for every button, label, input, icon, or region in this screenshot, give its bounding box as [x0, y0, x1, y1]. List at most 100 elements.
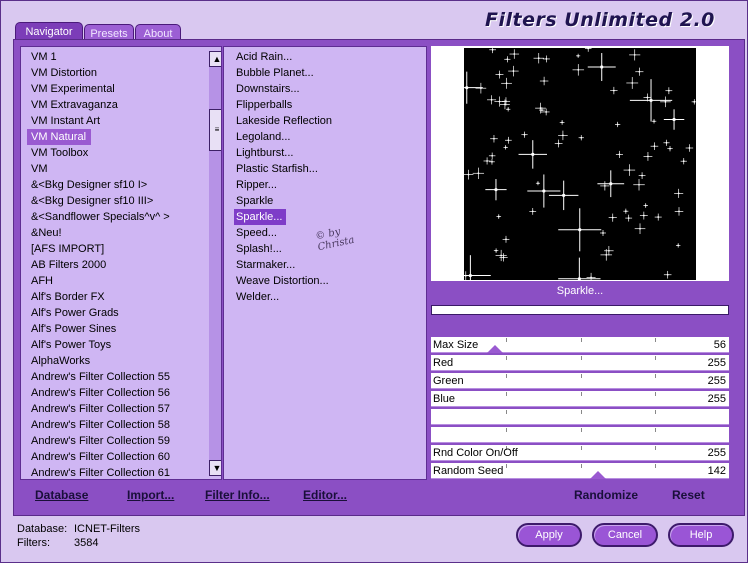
scroll-down-button[interactable]: ▼: [209, 460, 221, 476]
filter-item[interactable]: Downstairs...: [224, 81, 426, 97]
category-item[interactable]: VM 1: [21, 49, 221, 65]
sparkle-star: [521, 131, 528, 138]
slider-tick: [581, 338, 582, 342]
sparkle-stars: [449, 45, 697, 300]
category-item[interactable]: [AFS IMPORT]: [21, 241, 221, 257]
sparkle-star: [615, 150, 623, 158]
category-item[interactable]: AB Filters 2000: [21, 257, 221, 273]
database-status-value: ICNET-Filters: [74, 523, 140, 535]
sparkle-star: [509, 49, 520, 59]
slider-tick: [655, 446, 656, 450]
sparkle-star: [654, 213, 662, 221]
filter-item[interactable]: Acid Rain...: [224, 49, 426, 65]
sparkle-star: [535, 181, 541, 186]
category-item[interactable]: Alf's Power Toys: [21, 337, 221, 353]
cancel-button[interactable]: Cancel: [592, 523, 658, 547]
editor-link[interactable]: Editor...: [303, 488, 347, 502]
sparkle-star: [495, 70, 504, 79]
filter-item[interactable]: Legoland...: [224, 129, 426, 145]
import-link[interactable]: Import...: [127, 488, 174, 502]
sparkle-star: [629, 49, 641, 61]
slider-empty[interactable]: [431, 409, 729, 425]
filter-item[interactable]: Welder...: [224, 289, 426, 305]
filter-item[interactable]: Lakeside Reflection: [224, 113, 426, 129]
category-item[interactable]: VM Natural: [27, 129, 91, 145]
slider-green[interactable]: Green 255: [431, 373, 729, 389]
category-item[interactable]: Andrew's Filter Collection 59: [21, 433, 221, 449]
slider-rnd-color-on-off[interactable]: Rnd Color On/Off 255: [431, 445, 729, 461]
category-item[interactable]: &<Sandflower Specials^v^ >: [21, 209, 221, 225]
sparkle-star: [633, 178, 645, 191]
category-item[interactable]: Alf's Power Sines: [21, 321, 221, 337]
sparkle-star: [643, 203, 649, 208]
category-item[interactable]: VM Experimental: [21, 81, 221, 97]
slider-tick: [581, 410, 582, 414]
slider-value: 142: [707, 465, 726, 477]
category-item[interactable]: Andrew's Filter Collection 61: [21, 465, 221, 479]
category-list[interactable]: VM 1 VM Distortion VM Experimental VM Extra…: [20, 46, 222, 480]
scroll-up-button[interactable]: ▲: [209, 51, 221, 67]
slider-tick: [655, 428, 656, 432]
sparkle-star: [503, 145, 508, 150]
apply-button[interactable]: Apply: [516, 523, 582, 547]
slider-blue[interactable]: Blue 255: [431, 391, 729, 407]
sparkle-star: [488, 152, 496, 160]
sparkle-star: [489, 158, 495, 165]
slider-tick: [655, 410, 656, 414]
sparkle-star: [501, 77, 512, 89]
slider-pointer-icon[interactable]: [590, 471, 606, 479]
reset-link[interactable]: Reset: [672, 488, 705, 502]
preview-filter-label: Sparkle...: [556, 285, 604, 297]
slider-random-seed[interactable]: Random Seed 142: [431, 463, 729, 479]
category-item[interactable]: Andrew's Filter Collection 55: [21, 369, 221, 385]
filter-info-link[interactable]: Filter Info...: [205, 488, 270, 502]
category-item[interactable]: &<Bkg Designer sf10 III>: [21, 193, 221, 209]
category-item[interactable]: &Neu!: [21, 225, 221, 241]
preview-area: [431, 45, 729, 300]
sparkle-star: [450, 71, 483, 104]
category-item[interactable]: Andrew's Filter Collection 56: [21, 385, 221, 401]
slider-tick: [581, 464, 582, 468]
category-item[interactable]: Andrew's Filter Collection 60: [21, 449, 221, 465]
category-item[interactable]: &<Bkg Designer sf10 I>: [21, 177, 221, 193]
help-button[interactable]: Help: [668, 523, 734, 547]
randomize-link[interactable]: Randomize: [574, 488, 638, 502]
filter-item[interactable]: Lightburst...: [224, 145, 426, 161]
category-item[interactable]: AlphaWorks: [21, 353, 221, 369]
slider-tick: [655, 392, 656, 396]
category-item[interactable]: Andrew's Filter Collection 57: [21, 401, 221, 417]
filter-item[interactable]: Flipperballs: [224, 97, 426, 113]
slider-max-size[interactable]: Max Size 56: [431, 337, 729, 353]
sparkle-star: [604, 246, 614, 256]
filter-item[interactable]: Bubble Planet...: [224, 65, 426, 81]
filter-list[interactable]: Acid Rain... Bubble Planet... Downstairs..…: [223, 46, 427, 480]
category-item[interactable]: VM Extravaganza: [21, 97, 221, 113]
filter-item[interactable]: Weave Distortion...: [224, 273, 426, 289]
category-item[interactable]: Alf's Power Grads: [21, 305, 221, 321]
database-link[interactable]: Database: [35, 488, 88, 502]
category-item[interactable]: VM: [21, 161, 221, 177]
slider-empty[interactable]: [431, 427, 729, 443]
sparkle-star: [499, 253, 508, 262]
slider-pointer-icon[interactable]: [487, 345, 503, 353]
sparkle-star: [490, 134, 498, 143]
category-item[interactable]: VM Instant Art: [21, 113, 221, 129]
grip-icon: ≡: [214, 125, 220, 134]
slider-red[interactable]: Red 255: [431, 355, 729, 371]
filter-item[interactable]: Sparkle: [224, 193, 426, 209]
sparkle-star: [629, 79, 673, 122]
filter-item[interactable]: Plastic Starfish...: [224, 161, 426, 177]
sparkle-star: [449, 255, 491, 296]
category-item[interactable]: Alf's Border FX: [21, 289, 221, 305]
sparkle-star: [665, 87, 673, 95]
slider-label: Rnd Color On/Off: [433, 447, 518, 459]
filter-item[interactable]: Sparkle...: [234, 209, 286, 225]
slider-value: 255: [707, 375, 726, 387]
scroll-thumb[interactable]: ≡: [209, 109, 221, 151]
category-item[interactable]: Andrew's Filter Collection 58: [21, 417, 221, 433]
category-item[interactable]: VM Distortion: [21, 65, 221, 81]
category-item[interactable]: VM Toolbox: [21, 145, 221, 161]
category-item[interactable]: AFH: [21, 273, 221, 289]
filter-item[interactable]: Ripper...: [224, 177, 426, 193]
sparkle-preview-image: [449, 45, 697, 300]
